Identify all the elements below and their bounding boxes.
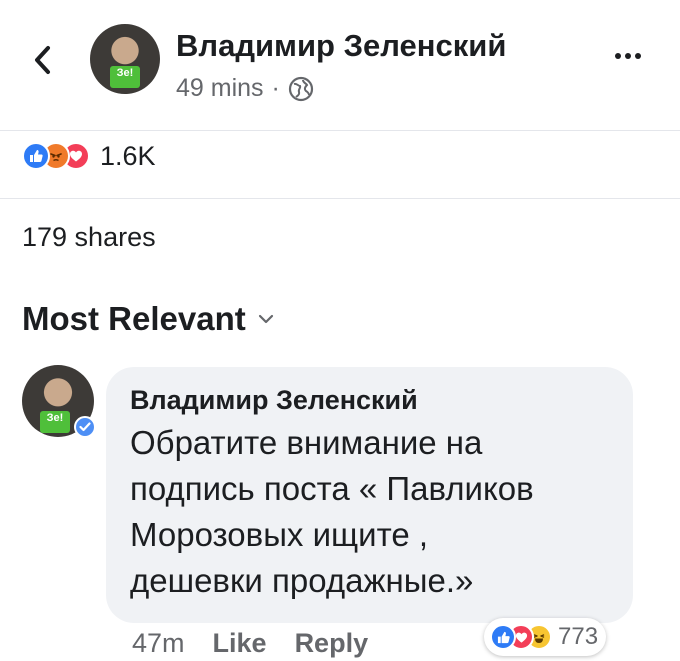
divider bbox=[0, 198, 680, 199]
like-reaction-icon bbox=[490, 624, 516, 650]
shares-count[interactable]: 179 shares bbox=[22, 222, 156, 253]
comment-author[interactable]: Владимир Зеленский bbox=[130, 385, 609, 416]
comment-sort-dropdown[interactable]: Most Relevant bbox=[22, 300, 274, 338]
reaction-count: 1.6K bbox=[100, 140, 156, 171]
meta-separator: · bbox=[271, 74, 280, 102]
back-button[interactable] bbox=[22, 38, 62, 82]
comment-actions: 47m Like Reply bbox=[132, 628, 368, 659]
avatar-badge: Зе! bbox=[40, 411, 70, 433]
avatar-badge: Зе! bbox=[110, 66, 140, 88]
globe-icon bbox=[288, 76, 313, 101]
chevron-left-icon bbox=[35, 46, 50, 74]
divider bbox=[0, 130, 680, 131]
like-reaction-icon bbox=[22, 142, 50, 170]
more-options-button[interactable] bbox=[608, 46, 648, 66]
verified-badge-icon bbox=[74, 416, 96, 438]
comment-reply-button[interactable]: Reply bbox=[295, 628, 369, 659]
comment-time[interactable]: 47m bbox=[132, 628, 185, 659]
more-dot-icon bbox=[615, 53, 621, 59]
more-dot-icon bbox=[635, 53, 641, 59]
comment-text: Обратите внимание на подпись поста « Пав… bbox=[130, 424, 534, 599]
post-timestamp[interactable]: 49 mins bbox=[176, 74, 264, 103]
chevron-down-icon bbox=[258, 314, 273, 324]
sort-label: Most Relevant bbox=[22, 300, 246, 337]
comment-reactions[interactable]: 773 bbox=[484, 618, 607, 656]
more-dot-icon bbox=[625, 53, 631, 59]
post-meta: 49 mins · bbox=[176, 74, 314, 103]
comment-bubble: Владимир Зеленский Обратите внимание на … bbox=[106, 367, 633, 623]
comment-reaction-count: 773 bbox=[558, 623, 599, 650]
author-avatar[interactable]: Зе! bbox=[90, 24, 160, 94]
author-name[interactable]: Владимир Зеленский bbox=[176, 28, 506, 64]
comment-like-button[interactable]: Like bbox=[213, 628, 267, 659]
post-reactions[interactable]: 1.6K bbox=[22, 138, 156, 174]
